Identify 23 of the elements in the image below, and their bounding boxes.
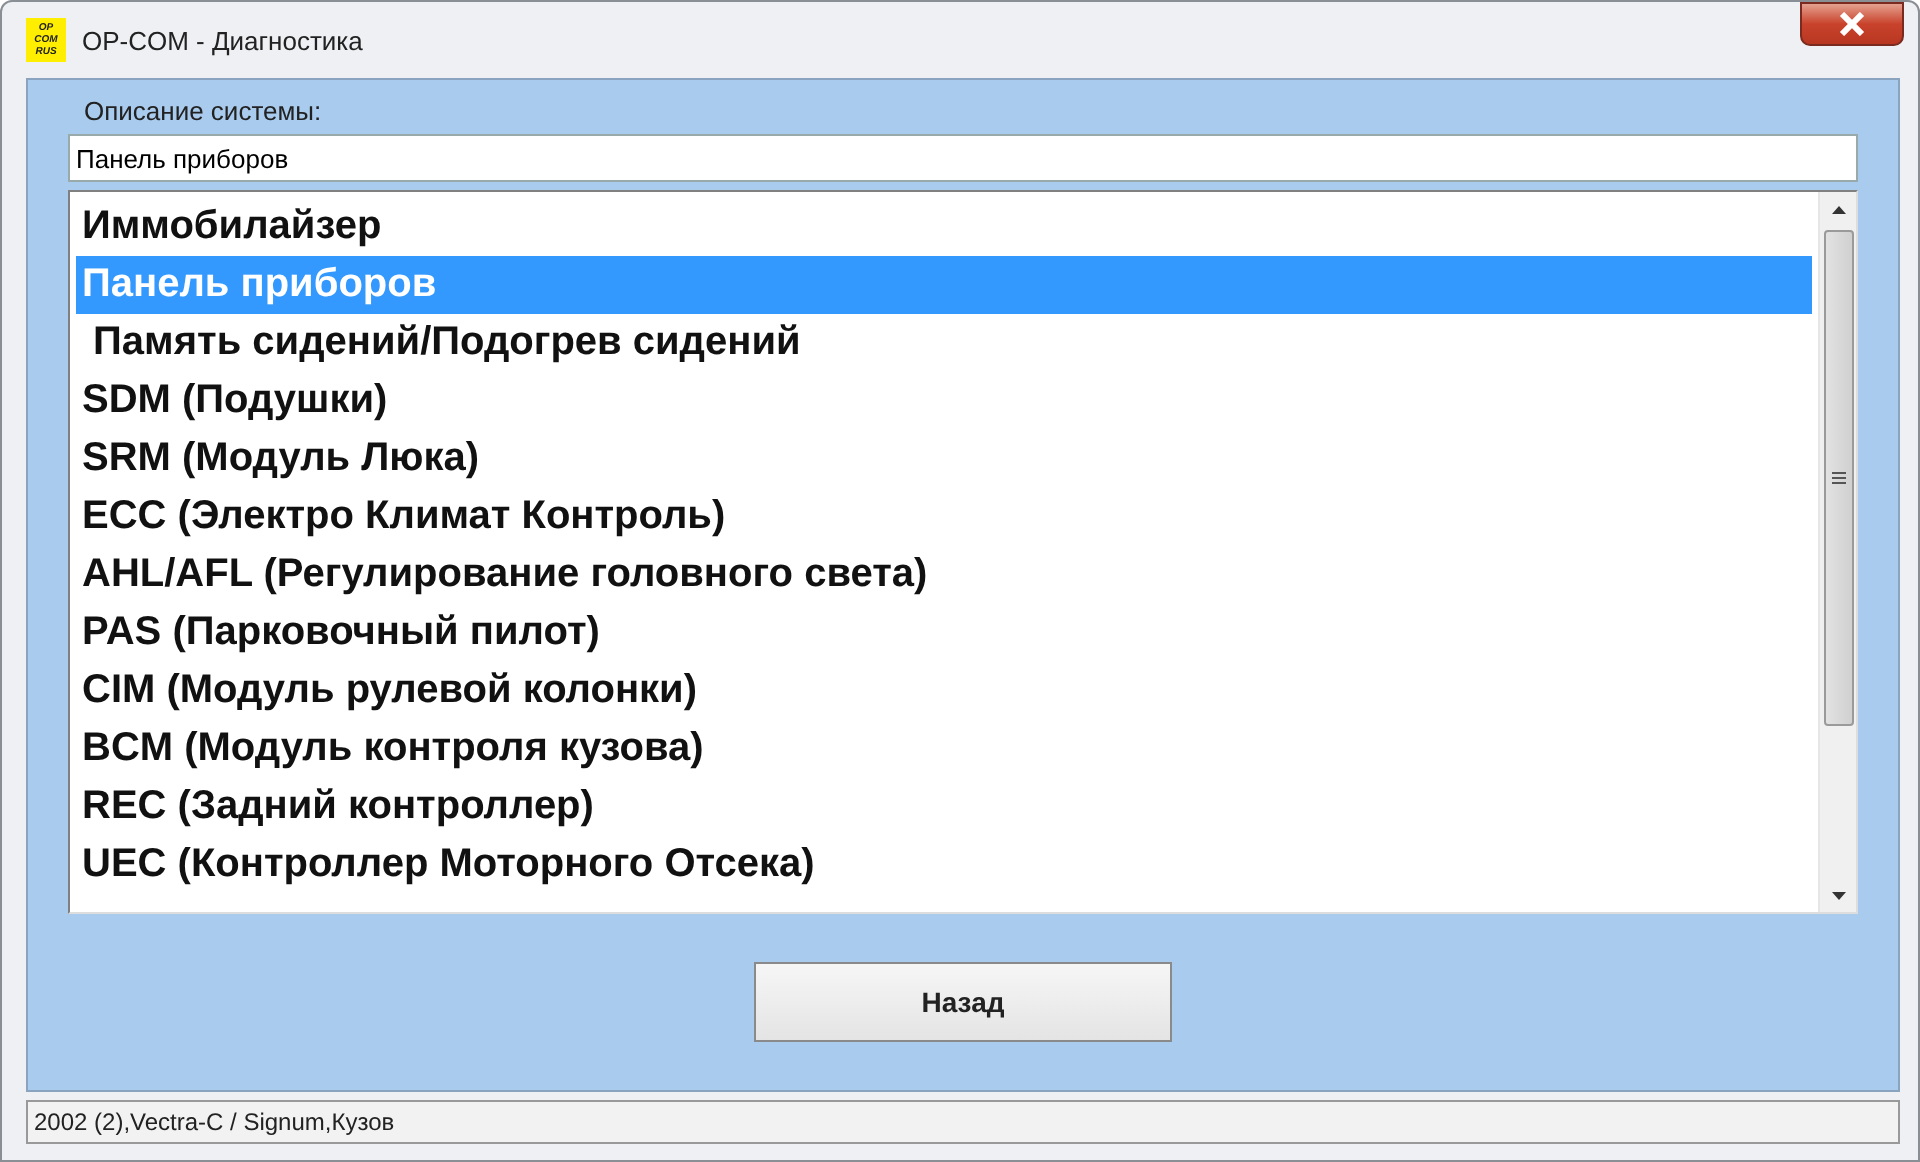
grip-icon (1831, 472, 1845, 484)
list-item[interactable]: PAS (Парковочный пилот) (76, 604, 1812, 662)
list-item[interactable]: SRM (Модуль Люка) (76, 430, 1812, 488)
list-item[interactable]: UEC (Контроллер Моторного Отсека) (76, 836, 1812, 894)
status-bar: 2002 (2),Vectra-C / Signum,Кузов (26, 1100, 1900, 1144)
list-item[interactable]: AHL/AFL (Регулирование головного света) (76, 546, 1812, 604)
scroll-up-icon[interactable] (1831, 205, 1845, 213)
window-title: OP-COM - Диагностика (82, 25, 363, 55)
scroll-down-icon[interactable] (1831, 891, 1845, 899)
close-button[interactable] (1800, 2, 1904, 46)
close-icon (1838, 12, 1866, 36)
description-field[interactable]: Панель приборов (68, 134, 1858, 182)
scrollbar[interactable] (1818, 192, 1856, 912)
list-item[interactable]: CIM (Модуль рулевой колонки) (76, 662, 1812, 720)
scroll-thumb[interactable] (1823, 230, 1853, 726)
field-label: Описание системы: (84, 96, 324, 126)
list-item[interactable]: Иммобилайзер (76, 198, 1812, 256)
list-item[interactable]: Память сидений/Подогрев сидений (76, 314, 1812, 372)
list-item[interactable]: ECC (Электро Климат Контроль) (76, 488, 1812, 546)
list-item[interactable]: SDM (Подушки) (76, 372, 1812, 430)
list-item[interactable]: BCM (Модуль контроля кузова) (76, 720, 1812, 778)
list-item[interactable]: REC (Задний контроллер) (76, 778, 1812, 836)
back-button[interactable]: Назад (754, 962, 1172, 1042)
